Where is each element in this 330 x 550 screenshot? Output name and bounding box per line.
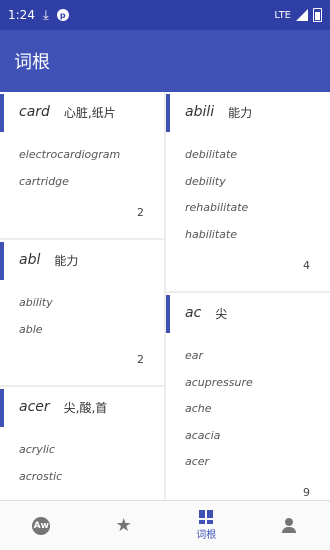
example-word: debilitate xyxy=(185,148,238,161)
example-word: ability xyxy=(19,296,53,309)
person-icon xyxy=(281,517,297,534)
root-card-acer[interactable]: acer 尖,酸,首 acrylic acrostic xyxy=(0,387,164,500)
page-title: 词根 xyxy=(14,52,50,73)
root-word: ac xyxy=(185,305,202,321)
example-word: able xyxy=(19,322,43,336)
root-card-ac[interactable]: ac 尖 ear acupressure ache acacia acer 9 xyxy=(166,293,330,500)
word-count: 2 xyxy=(137,353,144,366)
dashboard-icon xyxy=(199,510,214,524)
root-word: abl xyxy=(19,252,41,268)
root-card-card[interactable]: card 心脏,纸片 electrocardiogram cartridge 2 xyxy=(0,92,164,238)
example-word: acacia xyxy=(185,428,221,442)
nav-label: 词根 xyxy=(196,530,217,541)
root-word: card xyxy=(19,104,50,120)
status-time: 1:24 xyxy=(8,8,35,22)
download-icon: ⤓ xyxy=(42,7,49,23)
app-bar: 词根 xyxy=(0,30,330,92)
status-bar: 1:24 ⤓ p LTE xyxy=(0,0,330,30)
signal-icon xyxy=(296,9,308,21)
root-meaning: 心脏,纸片 xyxy=(63,105,116,120)
example-word: debility xyxy=(185,174,226,188)
root-card-abl[interactable]: abl 能力 ability able 2 xyxy=(0,240,164,385)
root-meaning: 尖,酸,首 xyxy=(63,400,108,415)
example-word: acer xyxy=(185,455,210,468)
example-word: electrocardiogram xyxy=(19,148,121,161)
example-word: habilitate xyxy=(185,227,237,241)
app-notification-icon: p xyxy=(56,9,69,21)
root-word: acer xyxy=(19,399,50,415)
example-word: cartridge xyxy=(19,174,69,188)
root-meaning: 尖 xyxy=(215,306,228,321)
example-word: ache xyxy=(185,402,212,415)
nav-profile[interactable] xyxy=(248,501,330,550)
root-meaning: 能力 xyxy=(54,253,79,268)
example-word: acrostic xyxy=(19,469,63,483)
example-word: ear xyxy=(185,349,204,362)
word-count: 9 xyxy=(303,486,310,499)
bottom-nav: Aw ★ 词根 xyxy=(0,500,330,550)
word-count: 2 xyxy=(137,206,144,219)
root-word: abili xyxy=(185,104,215,120)
nav-roots[interactable]: 词根 xyxy=(165,501,248,550)
example-word: acupressure xyxy=(185,375,253,389)
example-word: rehabilitate xyxy=(185,201,249,214)
root-meaning: 能力 xyxy=(228,105,253,120)
nav-favorites[interactable]: ★ xyxy=(83,501,166,550)
network-label: LTE xyxy=(274,9,291,21)
star-icon: ★ xyxy=(115,514,132,536)
aw-icon: Aw xyxy=(32,516,51,535)
battery-icon xyxy=(313,8,322,22)
nav-words[interactable]: Aw xyxy=(0,501,83,550)
word-count: 4 xyxy=(303,259,310,272)
example-word: acrylic xyxy=(19,443,55,456)
root-card-abili[interactable]: abili 能力 debilitate debility rehabilitat… xyxy=(166,92,330,291)
root-list: card 心脏,纸片 electrocardiogram cartridge 2… xyxy=(0,92,330,500)
